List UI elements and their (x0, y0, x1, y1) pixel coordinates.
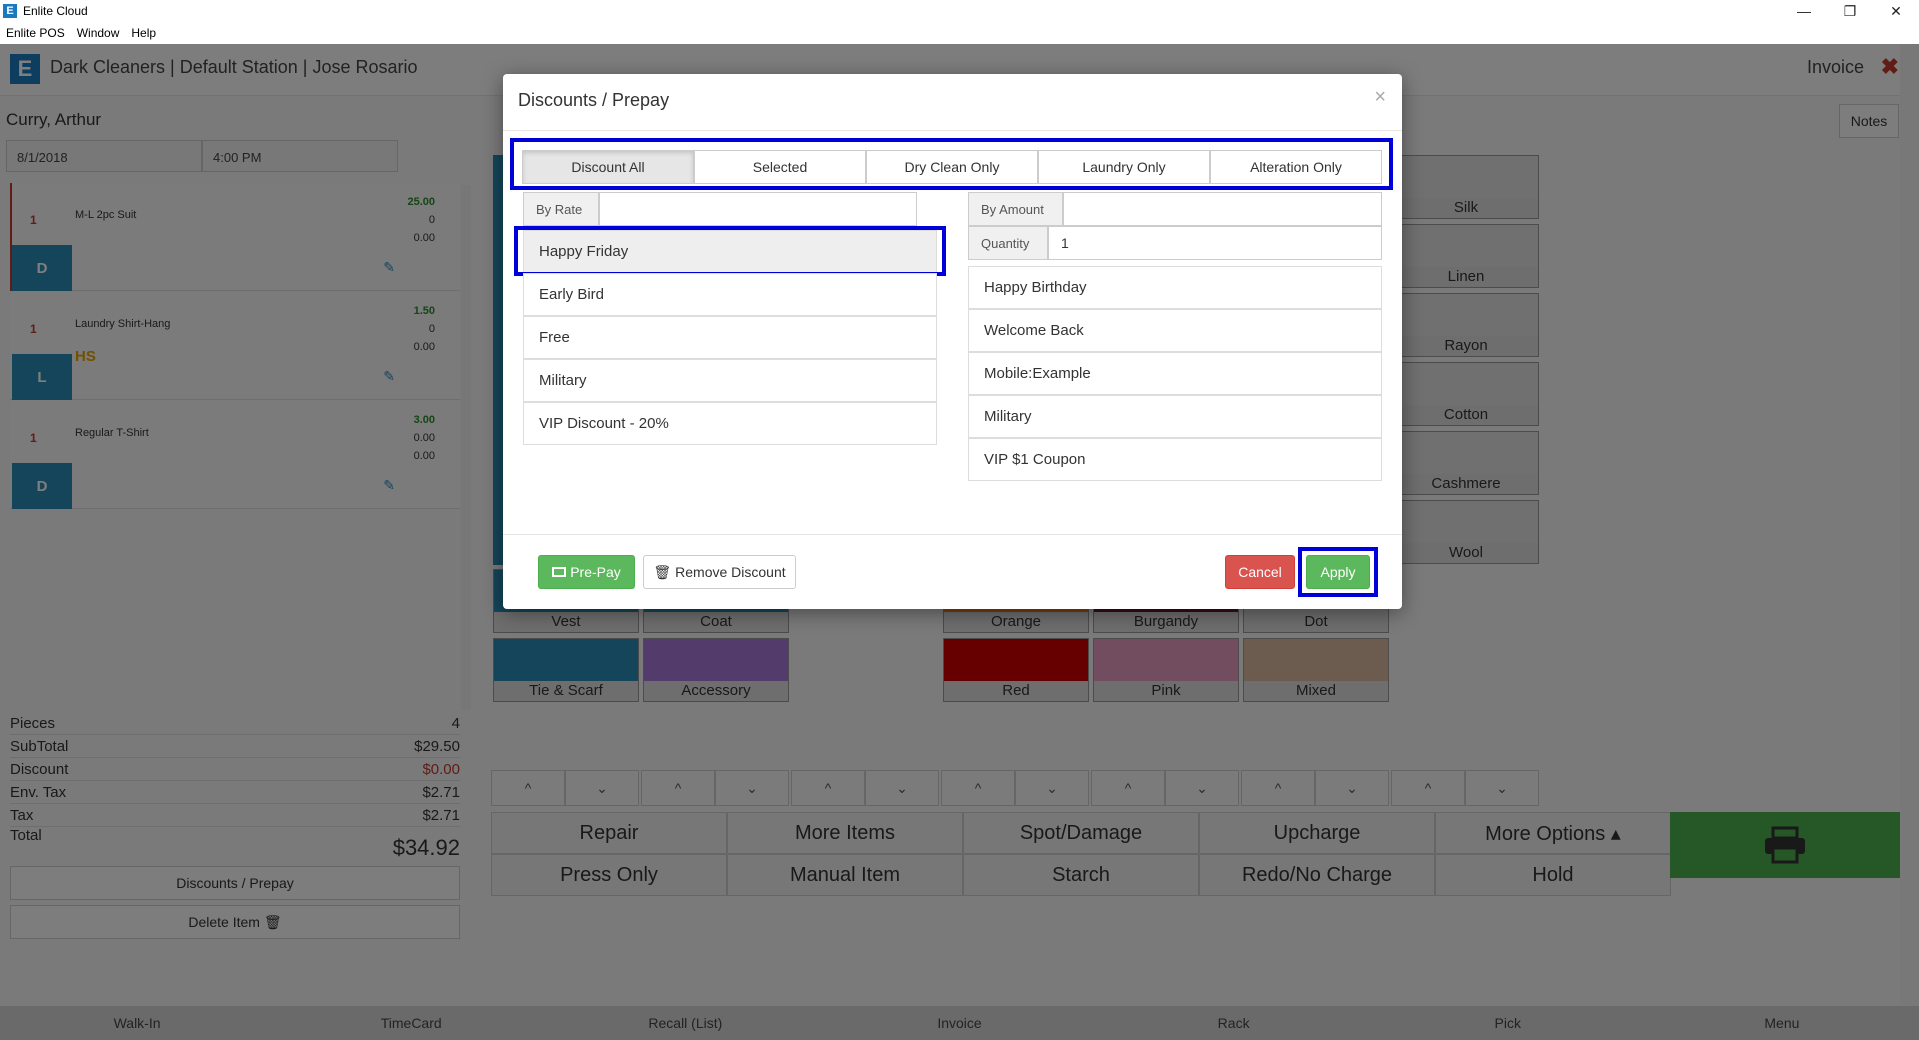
divider (503, 130, 1402, 131)
tab-dry-clean-only[interactable]: Dry Clean Only (866, 150, 1038, 184)
menu-help[interactable]: Help (131, 26, 156, 40)
amount-item-happy-birthday[interactable]: Happy Birthday (968, 266, 1382, 309)
quantity-input[interactable]: 1 (1048, 226, 1382, 260)
by-rate-label: By Rate (523, 192, 599, 226)
close-window-button[interactable]: ✕ (1873, 0, 1919, 22)
pre-pay-button[interactable]: Pre-Pay (538, 555, 635, 589)
cancel-button[interactable]: Cancel (1225, 555, 1295, 589)
by-amount-input[interactable] (1063, 192, 1382, 226)
rate-item-vip-discount[interactable]: VIP Discount - 20% (523, 402, 937, 445)
app-logo-icon: E (3, 4, 17, 18)
menubar: Enlite POS Window Help (0, 22, 1919, 44)
tab-alteration-only[interactable]: Alteration Only (1210, 150, 1382, 184)
remove-discount-label: Remove Discount (675, 564, 786, 580)
menu-enlite-pos[interactable]: Enlite POS (6, 26, 65, 40)
discount-scope-tabs: Discount All Selected Dry Clean Only Lau… (510, 138, 1393, 190)
divider (503, 534, 1402, 535)
by-amount-label: By Amount (968, 192, 1063, 226)
tab-laundry-only[interactable]: Laundry Only (1038, 150, 1210, 184)
by-rate-input[interactable] (599, 192, 917, 226)
credit-card-icon (552, 567, 567, 577)
amount-item-welcome-back[interactable]: Welcome Back (968, 309, 1382, 352)
pre-pay-label: Pre-Pay (570, 564, 621, 580)
remove-discount-button[interactable]: 🗑 Remove Discount (643, 555, 796, 589)
amount-item-vip-coupon[interactable]: VIP $1 Coupon (968, 438, 1382, 481)
rate-item-early-bird[interactable]: Early Bird (523, 273, 937, 316)
menu-window[interactable]: Window (77, 26, 120, 40)
window-title: Enlite Cloud (23, 4, 88, 18)
tab-discount-all[interactable]: Discount All (522, 150, 694, 184)
restore-button[interactable]: ❐ (1827, 0, 1873, 22)
amount-item-military[interactable]: Military (968, 395, 1382, 438)
minimize-button[interactable]: — (1781, 0, 1827, 22)
trash-icon: 🗑 (653, 563, 672, 580)
apply-button[interactable]: Apply (1306, 555, 1370, 589)
rate-item-military[interactable]: Military (523, 359, 937, 402)
window-titlebar: E Enlite Cloud — ❐ ✕ (0, 0, 1919, 22)
rate-item-free[interactable]: Free (523, 316, 937, 359)
selection-highlight (514, 226, 946, 276)
tab-selected[interactable]: Selected (694, 150, 866, 184)
close-icon[interactable]: × (1374, 86, 1386, 109)
amount-item-mobile-example[interactable]: Mobile:Example (968, 352, 1382, 395)
discounts-modal: Discounts / Prepay × Discount All Select… (503, 74, 1402, 609)
modal-title: Discounts / Prepay (518, 90, 670, 110)
quantity-label: Quantity (968, 226, 1048, 260)
